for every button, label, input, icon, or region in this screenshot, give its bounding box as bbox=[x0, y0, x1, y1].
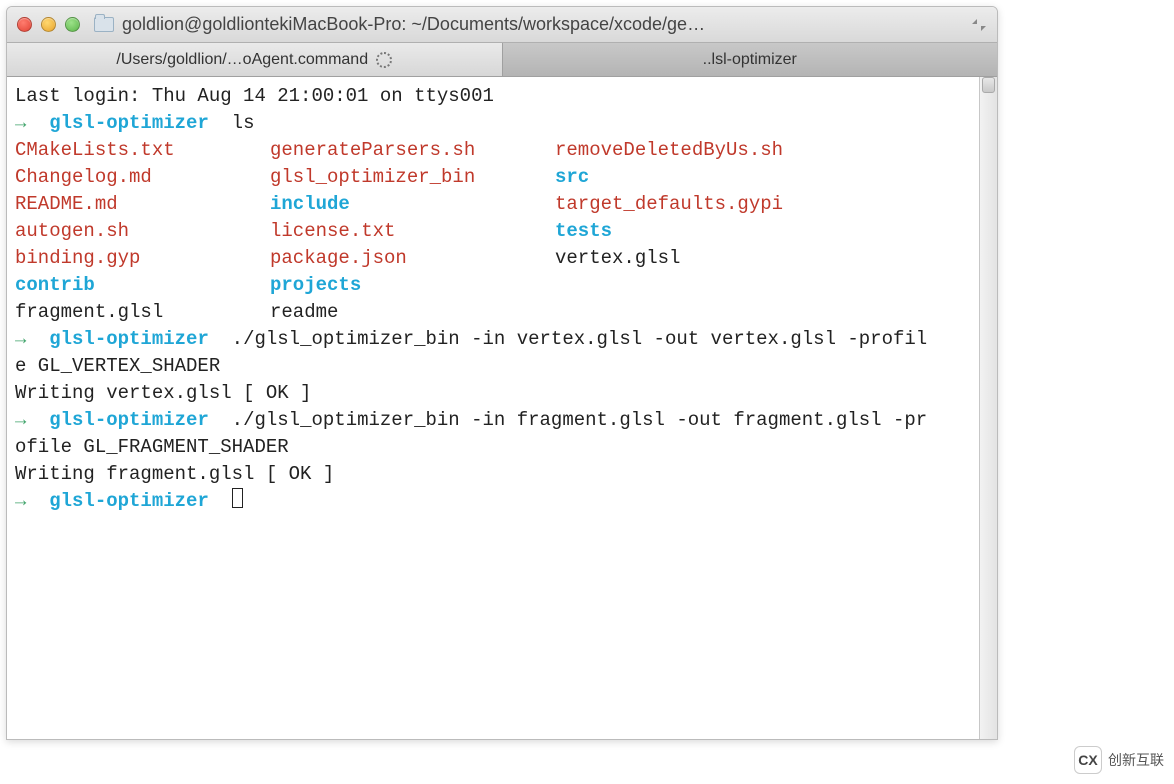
ls-entry: include bbox=[270, 191, 555, 218]
terminal-output[interactable]: Last login: Thu Aug 14 21:00:01 on ttys0… bbox=[7, 77, 979, 739]
folder-icon bbox=[94, 17, 114, 32]
cursor bbox=[232, 488, 243, 508]
login-line: Last login: Thu Aug 14 21:00:01 on ttys0… bbox=[15, 85, 494, 107]
cmd2a: ./glsl_optimizer_bin -in vertex.glsl -ou… bbox=[232, 328, 928, 350]
ls-entry: vertex.glsl bbox=[555, 245, 971, 272]
cmd2b: e GL_VERTEX_SHADER bbox=[15, 355, 220, 377]
tabbar: /Users/goldlion/…oAgent.command ..lsl-op… bbox=[7, 43, 997, 77]
terminal-area: Last login: Thu Aug 14 21:00:01 on ttys0… bbox=[7, 77, 997, 739]
ls-entry: projects bbox=[270, 272, 555, 299]
ls-entry: binding.gyp bbox=[15, 245, 270, 272]
ls-entry: target_defaults.gypi bbox=[555, 191, 971, 218]
titlebar: goldlion@goldliontekiMacBook-Pro: ~/Docu… bbox=[7, 7, 997, 43]
tab-1[interactable]: /Users/goldlion/…oAgent.command bbox=[7, 43, 503, 76]
prompt-arrow: → bbox=[15, 112, 26, 134]
out3: Writing fragment.glsl [ OK ] bbox=[15, 463, 334, 485]
ls-entry: removeDeletedByUs.sh bbox=[555, 137, 971, 164]
ls-entry: glsl_optimizer_bin bbox=[270, 164, 555, 191]
ls-entry: generateParsers.sh bbox=[270, 137, 555, 164]
ls-entry bbox=[555, 299, 971, 326]
prompt-cwd: glsl-optimizer bbox=[49, 490, 209, 512]
ls-listing: CMakeLists.txtgenerateParsers.shremoveDe… bbox=[15, 137, 971, 326]
ls-entry bbox=[555, 272, 971, 299]
prompt-cwd: glsl-optimizer bbox=[49, 328, 209, 350]
prompt-arrow: → bbox=[15, 328, 26, 350]
ls-entry: contrib bbox=[15, 272, 270, 299]
ls-entry: src bbox=[555, 164, 971, 191]
scrollbar[interactable] bbox=[979, 77, 997, 739]
out2: Writing vertex.glsl [ OK ] bbox=[15, 382, 311, 404]
spinner-icon bbox=[376, 52, 392, 68]
ls-entry: license.txt bbox=[270, 218, 555, 245]
close-icon[interactable] bbox=[17, 17, 32, 32]
watermark-logo: CX bbox=[1074, 746, 1102, 774]
expand-icon[interactable] bbox=[971, 17, 987, 33]
ls-entry: readme bbox=[270, 299, 555, 326]
terminal-window: goldlion@goldliontekiMacBook-Pro: ~/Docu… bbox=[6, 6, 998, 740]
ls-entry: Changelog.md bbox=[15, 164, 270, 191]
minimize-icon[interactable] bbox=[41, 17, 56, 32]
watermark-text: 创新互联 bbox=[1108, 750, 1164, 770]
traffic-lights bbox=[17, 17, 80, 32]
cmd3a: ./glsl_optimizer_bin -in fragment.glsl -… bbox=[232, 409, 928, 431]
ls-entry: tests bbox=[555, 218, 971, 245]
cmd-ls: ls bbox=[232, 112, 255, 134]
ls-entry: autogen.sh bbox=[15, 218, 270, 245]
prompt-arrow: → bbox=[15, 409, 26, 431]
watermark: CX 创新互联 bbox=[1074, 746, 1164, 774]
zoom-icon[interactable] bbox=[65, 17, 80, 32]
ls-entry: CMakeLists.txt bbox=[15, 137, 270, 164]
tab-label: /Users/goldlion/…oAgent.command bbox=[116, 51, 368, 69]
prompt-arrow: → bbox=[15, 490, 26, 512]
ls-entry: README.md bbox=[15, 191, 270, 218]
tab-2[interactable]: ..lsl-optimizer bbox=[503, 43, 998, 76]
tab-label: ..lsl-optimizer bbox=[703, 51, 797, 69]
ls-entry: fragment.glsl bbox=[15, 299, 270, 326]
cmd3b: ofile GL_FRAGMENT_SHADER bbox=[15, 436, 289, 458]
prompt-cwd: glsl-optimizer bbox=[49, 409, 209, 431]
window-title: goldlion@goldliontekiMacBook-Pro: ~/Docu… bbox=[122, 14, 971, 35]
ls-entry: package.json bbox=[270, 245, 555, 272]
prompt-cwd: glsl-optimizer bbox=[49, 112, 209, 134]
